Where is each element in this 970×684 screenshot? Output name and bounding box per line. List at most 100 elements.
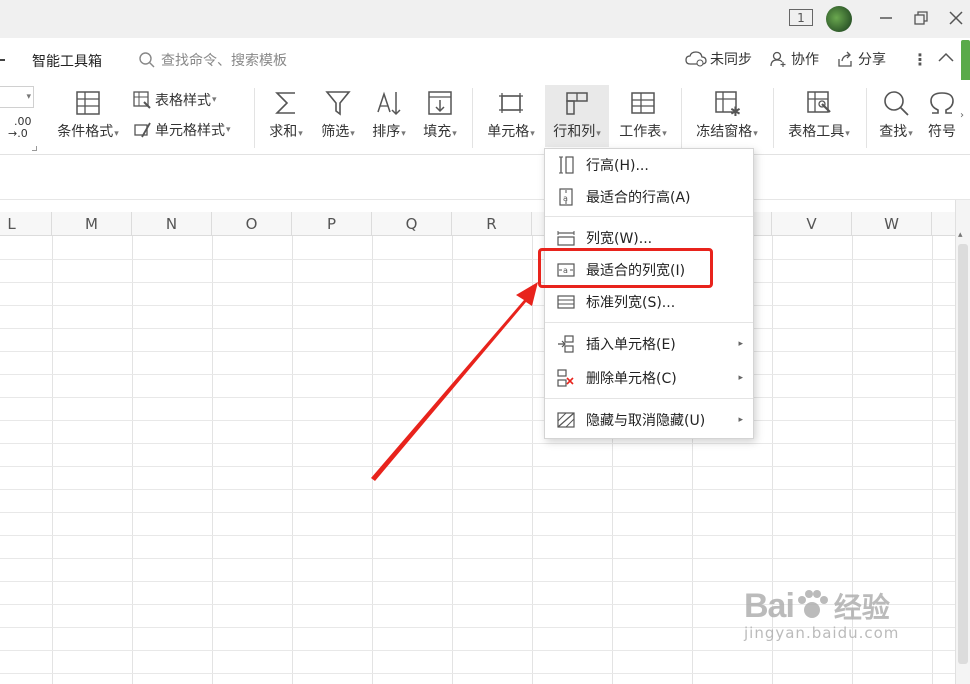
menu-item-hide-unhide[interactable]: 隐藏与取消隐藏(U) ▸	[545, 405, 753, 435]
table-tools-button[interactable]: 表格工具▾	[780, 88, 858, 141]
paw-logo	[797, 590, 828, 618]
filter-button[interactable]: 筛选▾	[314, 88, 362, 141]
restore-button[interactable]	[911, 7, 931, 29]
chevron-down-icon: ▾	[226, 125, 231, 135]
scroll-thumb[interactable]	[958, 244, 968, 664]
cell-style-button[interactable]: 单元格样式 ▾	[132, 120, 231, 140]
chevron-down-icon: ▾	[908, 129, 913, 139]
cell-style-icon	[134, 122, 151, 138]
smart-toolbox-tab[interactable]: 智能工具箱	[32, 51, 102, 71]
row-col-dropdown-menu: 行高(H)... a 最适合的行高(A) 列宽(W)... a 最适合的列宽(I…	[544, 148, 754, 439]
title-bar: 1	[0, 0, 970, 38]
menu-item-insert-cell[interactable]: 插入单元格(E) ▸	[545, 329, 753, 359]
chevron-down-icon: ▾	[26, 92, 31, 102]
collapse-ribbon-button[interactable]	[936, 48, 956, 72]
row-height-icon	[559, 156, 574, 174]
column-header[interactable]: R	[452, 212, 532, 236]
chevron-down-icon: ▾	[298, 129, 303, 139]
highlight-box	[538, 248, 713, 288]
column-header[interactable]: Q	[372, 212, 452, 236]
menu-item-row-height[interactable]: 行高(H)...	[545, 150, 753, 180]
column-width-icon	[557, 231, 575, 246]
ribbon-divider	[681, 88, 682, 148]
chevron-down-icon: ▾	[350, 129, 355, 139]
number-format-dropdown[interactable]: ▾	[0, 86, 34, 108]
chevron-down-icon: ▾	[596, 129, 601, 139]
column-header-bar: LMNOPQRSTUVW	[0, 212, 955, 236]
menu-separator	[545, 398, 753, 399]
sum-button[interactable]: 求和▾	[262, 88, 310, 141]
search-placeholder: 查找命令、搜索模板	[161, 53, 287, 69]
chevron-down-icon: ▾	[530, 129, 535, 139]
column-header[interactable]: O	[212, 212, 292, 236]
worksheet-icon	[631, 92, 655, 114]
menu-item-best-fit-row[interactable]: a 最适合的行高(A)	[545, 182, 753, 212]
ribbon-scroll-right[interactable]: ›	[960, 110, 970, 130]
column-header[interactable]: M	[52, 212, 132, 236]
find-button[interactable]: 查找▾	[872, 88, 920, 141]
submenu-arrow-icon: ▸	[738, 339, 743, 349]
hide-unhide-icon	[557, 412, 575, 428]
column-header[interactable]: L	[0, 212, 52, 236]
close-icon	[949, 11, 963, 25]
symbol-button[interactable]: 符号	[924, 88, 960, 141]
more-options-button[interactable]: ⋮	[912, 50, 928, 69]
decimal-increase-button[interactable]: .00 →.0	[8, 116, 32, 140]
conditional-format-button[interactable]: 条件格式▾	[52, 88, 124, 141]
menu-edge-mark	[0, 59, 5, 61]
ribbon-divider	[866, 88, 867, 148]
cell-button[interactable]: 单元格▾	[480, 88, 542, 141]
cloud-sync-icon	[685, 51, 707, 67]
find-icon	[884, 91, 909, 116]
vertical-scrollbar[interactable]: ▴	[955, 200, 970, 684]
column-header[interactable]: V	[772, 212, 852, 236]
search-box[interactable]: 查找命令、搜索模板	[138, 49, 328, 71]
submenu-arrow-icon: ▸	[738, 415, 743, 425]
row-col-button[interactable]: 行和列▾	[545, 85, 609, 147]
sigma-icon	[275, 92, 295, 114]
table-style-icon	[133, 91, 151, 109]
page-indicator[interactable]: 1	[789, 9, 813, 26]
fill-down-icon	[428, 91, 452, 115]
ribbon-toolbar: ▾ .00 →.0 条件格式▾ 表格样式 ▾ 单元格样式 ▾ 求和▾ 筛选▾ 排序▾…	[0, 80, 970, 155]
group-expand-mark[interactable]	[32, 146, 37, 151]
chevron-down-icon: ▾	[212, 95, 217, 105]
column-header[interactable]: W	[852, 212, 932, 236]
chevron-down-icon: ▾	[452, 129, 457, 139]
svg-text:✱: ✱	[730, 105, 741, 118]
filter-icon	[325, 91, 351, 116]
sort-icon	[377, 91, 401, 116]
column-header[interactable]: P	[292, 212, 372, 236]
table-style-button[interactable]: 表格样式 ▾	[132, 90, 217, 110]
table-tools-icon	[807, 91, 831, 113]
column-header[interactable]: N	[132, 212, 212, 236]
insert-cell-icon	[558, 335, 574, 353]
menu-bar: 智能工具箱 查找命令、搜索模板 未同步 协作 分享 ⋮	[0, 38, 970, 108]
ribbon-divider	[472, 88, 473, 148]
sort-button[interactable]: 排序▾	[365, 88, 413, 141]
share-button[interactable]: 分享	[836, 49, 886, 69]
collab-button[interactable]: 协作	[769, 49, 819, 69]
sync-button[interactable]: 未同步	[685, 49, 752, 69]
user-avatar[interactable]	[826, 6, 852, 32]
menu-separator	[545, 216, 753, 217]
minimize-icon	[880, 17, 892, 19]
standard-width-icon	[557, 295, 575, 309]
chevron-down-icon: ▾	[845, 129, 850, 139]
menu-item-standard-width[interactable]: 标准列宽(S)...	[545, 287, 753, 317]
cell-icon	[499, 93, 523, 113]
menu-separator	[545, 322, 753, 323]
ribbon-divider	[773, 88, 774, 148]
submenu-arrow-icon: ▸	[738, 373, 743, 383]
worksheet-button[interactable]: 工作表▾	[612, 88, 674, 141]
chevron-down-icon: ▾	[114, 129, 119, 139]
formula-bar[interactable]	[0, 156, 970, 200]
freeze-panes-button[interactable]: ✱ 冻结窗格▾	[688, 88, 766, 141]
restore-icon	[914, 11, 928, 25]
menu-item-delete-cell[interactable]: 删除单元格(C) ▸	[545, 363, 753, 393]
minimize-button[interactable]	[876, 7, 896, 29]
freeze-icon: ✱	[715, 91, 741, 118]
fill-button[interactable]: 填充▾	[416, 88, 464, 141]
close-button[interactable]	[946, 7, 966, 29]
scroll-up-arrow[interactable]: ▴	[958, 230, 963, 240]
